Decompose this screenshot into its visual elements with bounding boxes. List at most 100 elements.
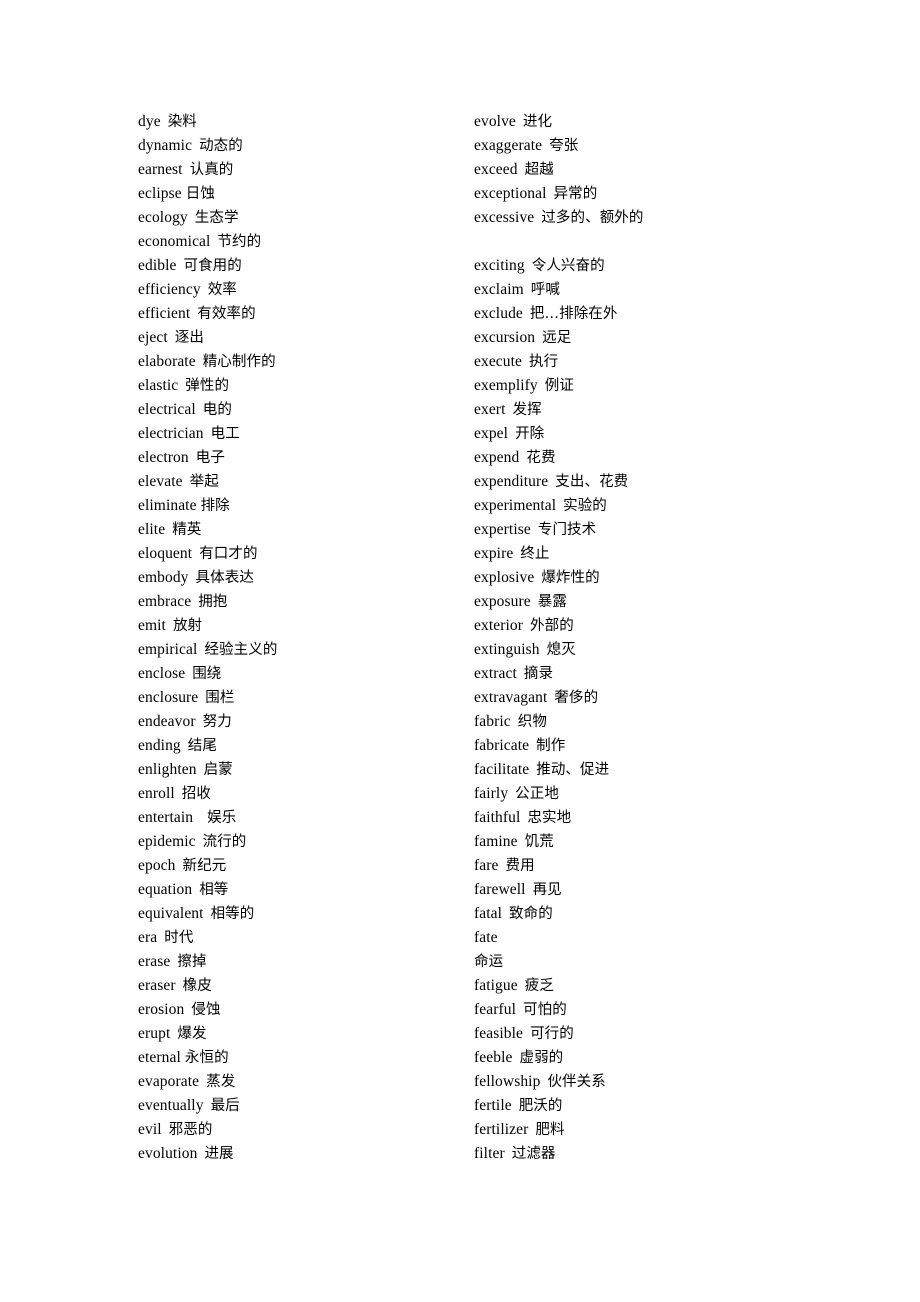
entry-gloss: 举起 <box>189 474 219 490</box>
vocabulary-entry: emit 放射 <box>138 614 458 638</box>
entry-term: embody <box>138 569 189 586</box>
entry-term: excursion <box>474 329 536 346</box>
vocabulary-entry: elaborate 精心制作的 <box>138 350 458 374</box>
entry-term: erupt <box>138 1025 171 1042</box>
entry-term: efficient <box>138 305 191 322</box>
vocabulary-entry: extinguish 熄灭 <box>474 638 854 662</box>
entry-gloss: 动态的 <box>199 138 243 154</box>
entry-gloss: 精英 <box>172 522 202 538</box>
entry-term: dye <box>138 113 161 130</box>
entry-term: execute <box>474 353 523 370</box>
vocabulary-column-right: evolve 进化 exaggerate 夸张 exceed 超越 exceptional 异… <box>474 110 854 1166</box>
entry-gloss: 致命的 <box>509 906 553 922</box>
vocabulary-entry: exceptional 异常的 <box>474 182 854 206</box>
entry-term: emit <box>138 617 166 634</box>
entry-gloss: 令人兴奋的 <box>531 258 605 274</box>
entry-term: equivalent <box>138 905 204 922</box>
vocabulary-entry: excursion 远足 <box>474 326 854 350</box>
vocabulary-entry: faithful 忠实地 <box>474 806 854 830</box>
entry-gloss: 电子 <box>195 450 225 466</box>
vocabulary-entry: execute 执行 <box>474 350 854 374</box>
entry-gloss: 招收 <box>181 786 211 802</box>
entry-term: extract <box>474 665 517 682</box>
entry-term: erase <box>138 953 171 970</box>
entry-term: elastic <box>138 377 179 394</box>
entry-gloss: 忠实地 <box>527 810 572 826</box>
vocabulary-entry: eclipse 日蚀 <box>138 182 458 206</box>
vocabulary-entry: equivalent 相等的 <box>138 902 458 926</box>
entry-term: evolve <box>474 113 516 130</box>
entry-term: exposure <box>474 593 531 610</box>
vocabulary-entry: dye 染料 <box>138 110 458 134</box>
vocabulary-entry: fertile 肥沃的 <box>474 1094 854 1118</box>
vocabulary-entry: efficiency 效率 <box>138 278 458 302</box>
entry-term: earnest <box>138 161 183 178</box>
vocabulary-entry: explosive 爆炸性的 <box>474 566 854 590</box>
entry-gloss: 支出、花费 <box>555 474 629 490</box>
vocabulary-entry: feeble 虚弱的 <box>474 1046 854 1070</box>
vocabulary-entry: efficient 有效率的 <box>138 302 458 326</box>
vocabulary-entry: eliminate 排除 <box>138 494 458 518</box>
vocabulary-entry: elastic 弹性的 <box>138 374 458 398</box>
entry-term: eventually <box>138 1097 204 1114</box>
entry-term: excessive <box>474 209 535 226</box>
entry-term: fatigue <box>474 977 518 994</box>
entry-term: feasible <box>474 1025 523 1042</box>
entry-gloss: 最后 <box>210 1098 240 1114</box>
entry-term: elite <box>138 521 166 538</box>
entry-gloss: 结尾 <box>187 738 217 754</box>
entry-term: fearful <box>474 1001 517 1018</box>
entry-gloss: 公正地 <box>515 786 559 802</box>
entry-gloss: 相等的 <box>210 906 255 922</box>
entry-term: evil <box>138 1121 162 1138</box>
vocabulary-entry: eternal 永恒的 <box>138 1046 458 1070</box>
vocabulary-entry: enroll 招收 <box>138 782 458 806</box>
entry-term: fairly <box>474 785 509 802</box>
entry-term: explosive <box>474 569 535 586</box>
entry-term: electrical <box>138 401 196 418</box>
entry-gloss: 爆发 <box>177 1026 207 1042</box>
entry-gloss: 过多的、额外的 <box>541 210 644 226</box>
vocabulary-entry: elite 精英 <box>138 518 458 542</box>
entry-term: evaporate <box>138 1073 200 1090</box>
entry-term: enroll <box>138 785 175 802</box>
vocabulary-entry: exposure 暴露 <box>474 590 854 614</box>
vocabulary-entry: exciting 令人兴奋的 <box>474 254 854 278</box>
vocabulary-entry: ecology 生态学 <box>138 206 458 230</box>
entry-gloss: 疲乏 <box>524 978 554 994</box>
vocabulary-entry: fertilizer 肥料 <box>474 1118 854 1142</box>
entry-term: eclipse <box>138 185 182 202</box>
vocabulary-entry: expenditure 支出、花费 <box>474 470 854 494</box>
entry-gloss: 围绕 <box>192 666 222 682</box>
entry-gloss: 橡皮 <box>182 978 212 994</box>
vocabulary-entry: endeavor 努力 <box>138 710 458 734</box>
entry-gloss: 再见 <box>532 882 562 898</box>
entry-term: eliminate <box>138 497 197 514</box>
vocabulary-entry: earnest 认真的 <box>138 158 458 182</box>
entry-term: eloquent <box>138 545 193 562</box>
entry-term: empirical <box>138 641 198 658</box>
entry-term: exert <box>474 401 506 418</box>
entry-term: epoch <box>138 857 176 874</box>
vocabulary-entry: exclaim 呼喊 <box>474 278 854 302</box>
entry-term: exterior <box>474 617 523 634</box>
entry-gloss: 开除 <box>515 426 545 442</box>
entry-term: farewell <box>474 881 526 898</box>
entry-term: feeble <box>474 1049 513 1066</box>
entry-gloss: 制作 <box>536 738 566 754</box>
entry-gloss: 围栏 <box>205 690 235 706</box>
entry-term: filter <box>474 1145 505 1162</box>
vocabulary-entry: exceed 超越 <box>474 158 854 182</box>
entry-term: extinguish <box>474 641 540 658</box>
entry-gloss: 启蒙 <box>203 762 233 778</box>
entry-gloss: 肥沃的 <box>518 1098 563 1114</box>
vocabulary-entry: fabricate 制作 <box>474 734 854 758</box>
entry-gloss: 例证 <box>544 378 574 394</box>
entry-gloss: 熄灭 <box>546 642 576 658</box>
entry-term: enclose <box>138 665 186 682</box>
entry-gloss: 超越 <box>524 162 554 178</box>
entry-term: endeavor <box>138 713 196 730</box>
entry-gloss: 虚弱的 <box>519 1050 564 1066</box>
entry-term: elevate <box>138 473 183 490</box>
entry-term: enlighten <box>138 761 197 778</box>
